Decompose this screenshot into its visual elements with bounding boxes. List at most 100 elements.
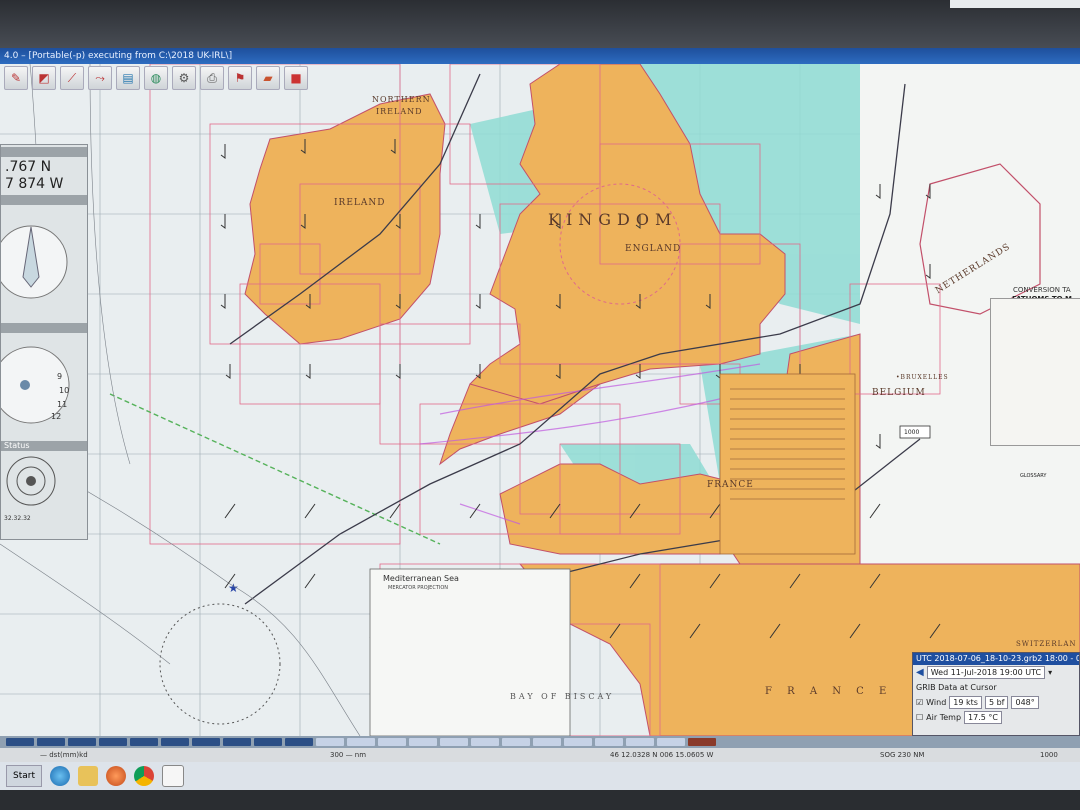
cable-line: [109, 393, 441, 545]
quilt-segment[interactable]: [192, 738, 220, 746]
globe-icon[interactable]: ◍: [144, 66, 168, 90]
label-belgium: BELGIUM: [872, 388, 926, 398]
chrome-icon[interactable]: [134, 766, 154, 786]
quilt-segment[interactable]: [564, 738, 592, 746]
svg-text:10: 10: [59, 386, 69, 395]
quilt-segment[interactable]: [130, 738, 158, 746]
svg-text:9: 9: [57, 372, 62, 381]
quilt-segment[interactable]: [471, 738, 499, 746]
print-icon[interactable]: ⎙: [200, 66, 224, 90]
monitor-bezel-bottom: [0, 790, 1080, 810]
quilt-segment[interactable]: [99, 738, 127, 746]
quilt-segment[interactable]: [440, 738, 468, 746]
status-coords: 46 12.0328 N 006 15.0605 W: [610, 751, 714, 759]
status-bar: — dst(mm)kd 300 — nm 46 12.0328 N 006 15…: [0, 748, 1080, 762]
chart-notes-box: [719, 373, 856, 555]
quilt-segment[interactable]: [223, 738, 251, 746]
label-bruxelles: •BRUXELLES: [896, 374, 949, 381]
ireland-landmass: [244, 93, 446, 345]
status-mid-left: 300 — nm: [330, 751, 367, 759]
quilt-segment[interactable]: [68, 738, 96, 746]
airtemp-value: 17.5 °C: [964, 711, 1002, 724]
screen-glare: [950, 0, 1080, 8]
label-scale-box: 1000: [904, 429, 920, 436]
opencpn-icon[interactable]: [162, 765, 184, 787]
settings-icon[interactable]: ⚙: [172, 66, 196, 90]
status-right1: SOG 230 NM: [880, 751, 925, 759]
label-fathoms-sub: CONVERSION TA: [1013, 286, 1071, 294]
status-left: — dst(mm)kd: [40, 751, 88, 759]
quilt-segment[interactable]: [285, 738, 313, 746]
label-france-south: F R A N C E: [765, 686, 893, 697]
quilt-segment[interactable]: [502, 738, 530, 746]
navigation-side-panel: .767 N 7 874 W 9 10 11 12 Status 32.32.32: [0, 144, 88, 540]
route-icon[interactable]: ⤳: [88, 66, 112, 90]
grib-panel: UTC 2018-07-06_18-10-23.grb2 18:00 - 07 …: [912, 652, 1080, 736]
chart-canvas[interactable]: ★ NORTHERN IRELAND IRELAND KINGDOM ENGLA…: [0, 64, 1080, 736]
longitude-readout: 7 874 W: [5, 176, 64, 192]
quilt-segment[interactable]: [533, 738, 561, 746]
grib-time-row: ◀ Wed 11-Jul-2018 19:00 UTC ▾: [913, 665, 1079, 680]
quilt-segment[interactable]: [254, 738, 282, 746]
label-glossary: GLOSSARY: [1020, 473, 1047, 479]
airtemp-checkbox[interactable]: ☐: [916, 713, 923, 722]
wind-checkbox[interactable]: ☑: [916, 698, 923, 707]
grib-next-icon[interactable]: ▾: [1048, 668, 1052, 677]
grib-header: UTC 2018-07-06_18-10-23.grb2 18:00 - 07: [913, 653, 1079, 665]
glossary-block: [928, 484, 1080, 574]
latitude-readout: .767 N: [5, 159, 52, 175]
quilt-segment[interactable]: [626, 738, 654, 746]
label-mercator: MERCATOR PROJECTION: [388, 585, 449, 591]
chart-toolbar: ✎ ◩ ⟋ ⤳ ▤ ◍ ⚙ ⎙ ⚑ ▰ ■: [0, 66, 384, 92]
svg-text:11: 11: [57, 400, 67, 409]
speed-gauge-icon: 9 10 11 12: [0, 346, 70, 424]
label-switzerland: SWITZERLAN: [1016, 640, 1077, 648]
chart-svg: ★: [0, 64, 1080, 736]
quilt-segment[interactable]: [161, 738, 189, 746]
panel-footer: 32.32.32: [4, 515, 31, 522]
ie-icon[interactable]: [50, 766, 70, 786]
monitor-bezel-top: [0, 0, 1080, 52]
status-right2: 1000: [1040, 751, 1058, 759]
label-northern-ireland-2: IRELAND: [376, 107, 423, 116]
folder-icon[interactable]: ▰: [256, 66, 280, 90]
media-icon[interactable]: [106, 766, 126, 786]
compass-rose-icon-2: [159, 603, 281, 725]
quilt-segment[interactable]: [316, 738, 344, 746]
quilt-segment[interactable]: [347, 738, 375, 746]
label-bay-of-biscay: BAY OF BISCAY: [510, 692, 615, 701]
wind-kts: 19 kts: [949, 696, 982, 709]
ruler-icon[interactable]: ⟋: [60, 66, 84, 90]
quilt-segment[interactable]: [595, 738, 623, 746]
flag-icon[interactable]: ⚑: [228, 66, 252, 90]
panel-header: [1, 147, 87, 157]
compass-icon: [0, 225, 68, 299]
fathoms-conversion-table: [990, 298, 1080, 446]
grib-time-select[interactable]: Wed 11-Jul-2018 19:00 UTC: [926, 666, 1046, 679]
quilt-segment-active[interactable]: [688, 738, 716, 746]
label-france-north: FRANCE: [707, 480, 754, 490]
wind-dir: 048°: [1011, 696, 1039, 709]
label-kingdom: KINGDOM: [548, 210, 678, 229]
grib-prev-icon[interactable]: ◀: [916, 667, 924, 678]
quilt-segment[interactable]: [409, 738, 437, 746]
grib-airtemp-row: ☐ Air Temp 17.5 °C: [913, 710, 1079, 725]
pencil-icon[interactable]: ✎: [4, 66, 28, 90]
grib-wind-row: ☑ Wind 19 kts 5 bf 048°: [913, 695, 1079, 710]
quilt-segment[interactable]: [6, 738, 34, 746]
wind-label: Wind: [926, 698, 947, 707]
start-button[interactable]: Start: [6, 765, 42, 787]
chart-quilt-bar[interactable]: [0, 736, 1080, 748]
explorer-icon[interactable]: [78, 766, 98, 786]
layers-icon[interactable]: ▤: [116, 66, 140, 90]
label-northern-ireland-1: NORTHERN: [372, 95, 431, 104]
quilt-segment[interactable]: [657, 738, 685, 746]
label-mediterranean: Mediterranean Sea: [383, 574, 459, 583]
eraser-icon[interactable]: ◩: [32, 66, 56, 90]
quilt-segment[interactable]: [378, 738, 406, 746]
quilt-segment[interactable]: [37, 738, 65, 746]
status-label: Status: [1, 441, 87, 451]
panel-divider: [1, 195, 87, 205]
grib-icon[interactable]: ■: [284, 66, 308, 90]
label-england: ENGLAND: [625, 244, 682, 254]
